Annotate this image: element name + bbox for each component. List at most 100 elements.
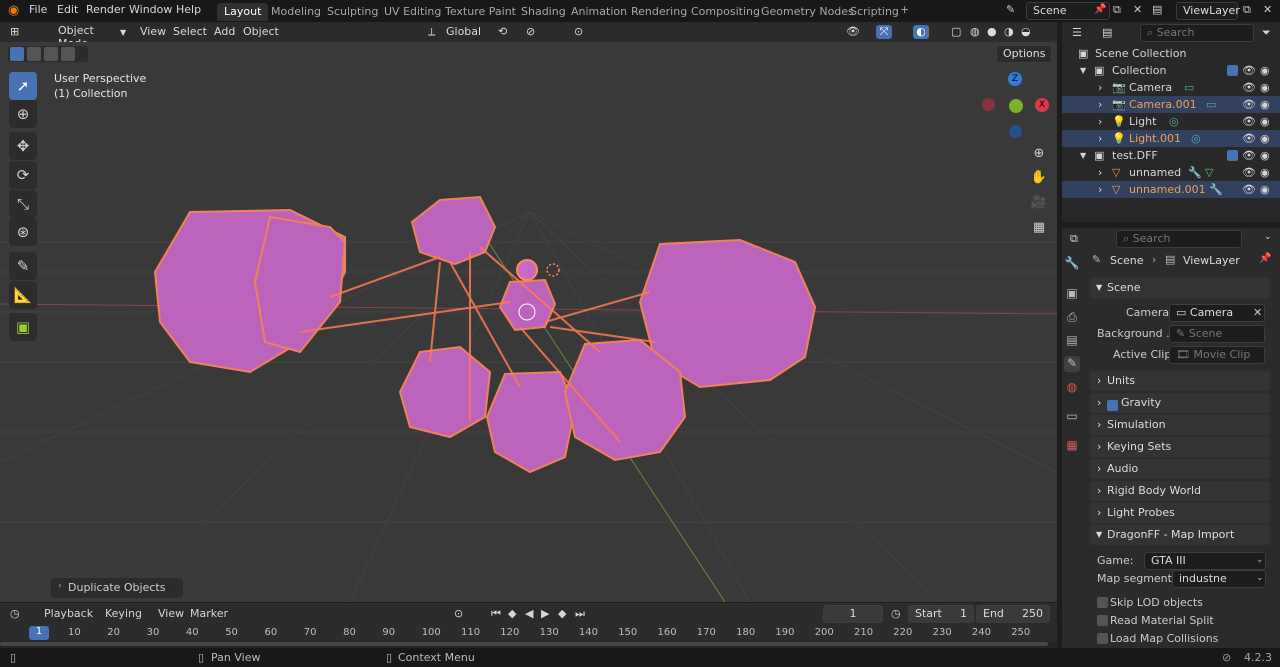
end-frame-field[interactable]: End 250 [976,605,1050,623]
play-reverse-icon[interactable]: ◀ [525,607,533,620]
camera-render-icon[interactable]: ◉ [1260,81,1270,94]
chevron-down-icon[interactable]: ⌄ [1264,232,1272,242]
chevron-right-icon[interactable]: › [1098,183,1102,196]
scene-selector-icon[interactable]: ✎ [1006,3,1015,16]
chevron-right-icon[interactable]: › [1098,98,1102,111]
load-map-collisions-checkbox[interactable] [1097,633,1108,647]
menu-edit[interactable]: Edit [57,3,78,16]
eye-icon[interactable]: 👁 [1242,166,1256,179]
rendered-shading-icon[interactable]: ◒ [1021,25,1031,38]
new-scene-icon[interactable]: ⧉ [1113,3,1121,17]
camera-render-icon[interactable]: ◉ [1260,64,1270,77]
menu-view[interactable]: View [140,25,166,38]
timeline-scrollbar[interactable] [0,642,1048,646]
visibility-icon[interactable]: 👁 [846,25,860,38]
grid-view-icon[interactable]: ▦ [1028,216,1050,238]
modifier-wrench-icon[interactable]: 🔧 [1209,183,1223,196]
move-icon[interactable]: ✥ [9,132,37,160]
menu-add[interactable]: Add [214,25,235,38]
view-layer-field[interactable]: ViewLayer [1176,2,1240,20]
collection-tab-icon[interactable]: ▭ [1064,409,1080,425]
chevron-right-icon[interactable]: › [1098,166,1102,179]
menu-help[interactable]: Help [176,3,201,16]
eye-icon[interactable]: 👁 [1242,81,1256,94]
light-data-icon[interactable]: ◎ [1191,132,1201,145]
blender-logo-icon[interactable]: ◉ [8,3,19,18]
properties-search-input[interactable]: ⌕ Search [1116,230,1242,248]
audio-panel-header[interactable]: › Audio [1090,459,1270,479]
material-shading-icon[interactable]: ◑ [1004,25,1014,38]
chevron-down-icon[interactable]: ▼ [1080,151,1086,160]
proportional-icon[interactable]: ⊙ [574,25,583,38]
options-dropdown[interactable]: Options [996,45,1052,63]
mode-dropdown[interactable]: Object Mode [38,23,130,50]
eye-icon[interactable]: 👁 [1242,98,1256,111]
rigid-body-world-panel-header[interactable]: › Rigid Body World [1090,481,1270,501]
chevron-right-icon[interactable]: › [1098,132,1102,145]
outliner-row[interactable]: › 📷 Camera.001 ▭ 👁 ◉ [1062,96,1280,113]
chevron-right-icon[interactable]: › [1098,115,1102,128]
gizmo-neg-x[interactable] [982,98,995,111]
chevron-down-icon[interactable]: ▼ [1080,66,1086,75]
playhead[interactable]: 1 [29,626,49,640]
filter-icon[interactable]: ⏷ [1262,26,1271,40]
camera-render-icon[interactable]: ◉ [1260,149,1270,162]
orientation-dropdown[interactable]: Global [446,25,481,38]
snap-icon[interactable]: ⊘ [526,25,535,38]
eye-icon[interactable]: 👁 [1242,64,1256,77]
light-probes-panel-header[interactable]: › Light Probes [1090,503,1270,523]
keying-sets-panel-header[interactable]: › Keying Sets [1090,437,1270,457]
outliner-row[interactable]: › 📷 Camera ▭ 👁 ◉ [1062,79,1280,96]
camera-render-icon[interactable]: ◉ [1260,98,1270,111]
menu-file[interactable]: File [29,3,47,16]
outliner-search-input[interactable]: ⌕ Search [1140,24,1254,42]
camera-data-icon[interactable]: ▭ [1184,81,1194,94]
select-box-icon[interactable]: ➚ [9,72,37,100]
add-workspace-icon[interactable]: + [900,3,909,16]
hand-pan-icon[interactable]: ✋ [1028,166,1050,188]
preview-range-icon[interactable]: ◷ [891,607,901,620]
new-layer-icon[interactable]: ⧉ [1243,3,1251,17]
pin-icon[interactable]: 📌 [1259,253,1271,264]
outliner-scene-collection[interactable]: ▣ Scene Collection [1062,45,1280,62]
scene-panel-header[interactable]: ▼ Scene [1090,278,1270,298]
display-mode-icon[interactable]: ▤ [1102,26,1112,39]
tab-scripting[interactable]: Scripting [843,3,906,21]
outliner-row[interactable]: ▼ ▣ Collection 👁 ◉ [1062,62,1280,79]
select-extend-icon[interactable] [27,47,41,61]
camera-data-icon[interactable]: ▭ [1206,98,1216,111]
record-icon[interactable]: ⊙ [454,607,463,620]
gizmo-toggle-icon[interactable]: ⤧ [876,25,892,39]
editor-type-icon[interactable]: ⊞ [10,25,19,38]
camera-render-icon[interactable]: ◉ [1260,183,1270,196]
map-segment-dropdown[interactable]: industne [1172,570,1266,588]
pivot-icon[interactable]: ⟲ [498,25,507,38]
dragonff-panel-header[interactable]: ▼ DragonFF - Map Import [1090,525,1270,545]
keying-menu[interactable]: Keying [105,607,142,620]
outliner-row[interactable]: ▼ ▣ test.DFF 👁 ◉ [1062,147,1280,164]
annotate-icon[interactable]: ✎ [9,252,37,280]
solid-shading-icon[interactable]: ● [987,25,997,38]
add-cube-icon[interactable]: ▣ [9,313,37,341]
gizmo-y-axis[interactable] [1009,99,1023,113]
pin-icon[interactable]: 📌 [1094,4,1106,15]
navigation-gizmo[interactable]: Z X [978,70,1052,142]
world-tab-icon[interactable]: ◍ [1064,380,1080,396]
gizmo-neg-z[interactable] [1009,125,1022,138]
view-layer-icon[interactable]: ▤ [1152,3,1162,16]
current-frame-field[interactable]: 1 [823,605,883,623]
tab-texture-paint[interactable]: Texture Paint [438,3,523,21]
camera-render-icon[interactable]: ◉ [1260,115,1270,128]
modifier-wrench-icon[interactable]: 🔧 [1188,166,1202,179]
read-material-split-checkbox[interactable] [1097,615,1108,629]
background-scene-field[interactable]: ✎ Scene [1169,325,1265,343]
tab-layout[interactable]: Layout [217,3,269,21]
game-dropdown[interactable]: GTA III [1144,552,1266,570]
jump-start-icon[interactable]: ⏮ [491,607,501,621]
eye-icon[interactable]: 👁 [1242,149,1256,162]
outliner-editor-icon[interactable]: ☰ [1072,26,1082,39]
jump-key-back-icon[interactable]: ◆ [508,607,516,620]
camera-field[interactable]: ▭ Camera [1169,304,1265,322]
tool-tab-icon[interactable]: 🔧 [1064,256,1080,272]
last-operator-panel[interactable]: › Duplicate Objects [51,578,183,598]
